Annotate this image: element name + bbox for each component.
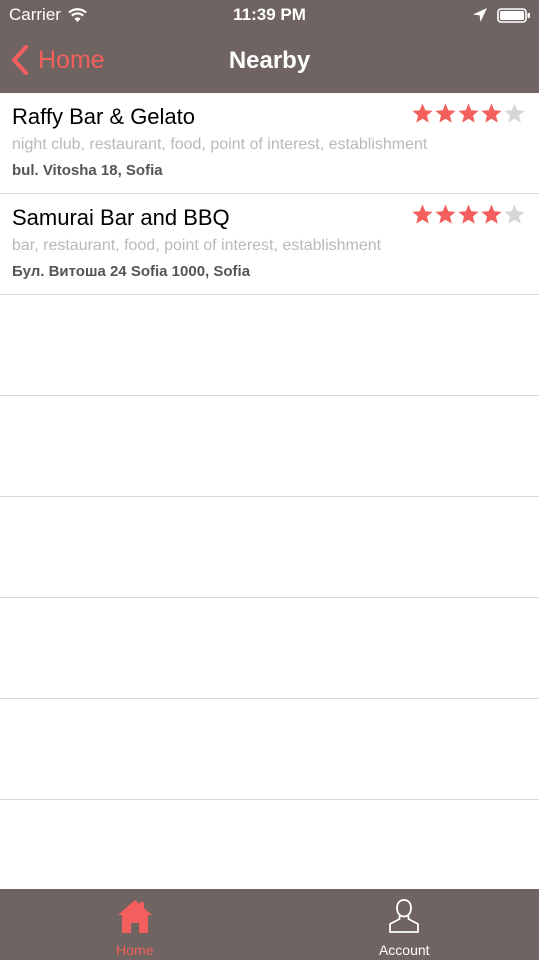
rating-stars bbox=[411, 102, 526, 125]
page-title: Nearby bbox=[228, 47, 311, 74]
star-filled-icon bbox=[458, 103, 479, 123]
star-filled-icon bbox=[435, 204, 456, 224]
tab-home-label: Home bbox=[116, 942, 154, 958]
star-filled-icon bbox=[412, 103, 433, 123]
empty-row bbox=[0, 699, 539, 800]
home-icon bbox=[117, 900, 152, 933]
battery-icon bbox=[497, 8, 530, 23]
empty-row bbox=[0, 295, 539, 396]
star-filled-icon bbox=[481, 204, 502, 224]
top-bar: Carrier 11:39 PM Home Nearby bbox=[0, 0, 539, 93]
empty-row bbox=[0, 396, 539, 497]
tab-bar: Home Account bbox=[0, 889, 539, 960]
star-filled-icon bbox=[435, 103, 456, 123]
place-types: night club, restaurant, food, point of i… bbox=[12, 136, 428, 153]
empty-row bbox=[0, 800, 539, 889]
place-address: Бул. Витоша 24 Sofia 1000, Sofia bbox=[12, 263, 251, 280]
place-address: bul. Vitosha 18, Sofia bbox=[12, 162, 163, 179]
place-row[interactable]: Raffy Bar & Gelato night club, restauran… bbox=[0, 93, 539, 194]
rating-stars bbox=[411, 203, 526, 226]
place-name: Samurai Bar and BBQ bbox=[12, 205, 230, 230]
star-filled-icon bbox=[412, 204, 433, 224]
navigation-bar: Home Nearby bbox=[0, 30, 539, 93]
tab-home[interactable]: Home bbox=[0, 889, 270, 960]
star-empty-icon bbox=[504, 204, 525, 224]
empty-row bbox=[0, 497, 539, 598]
status-time: 11:39 PM bbox=[233, 5, 306, 24]
user-icon bbox=[389, 899, 420, 933]
place-types: bar, restaurant, food, point of interest… bbox=[12, 237, 382, 254]
places-list: Raffy Bar & Gelato night club, restauran… bbox=[0, 93, 539, 889]
empty-row bbox=[0, 598, 539, 699]
tab-account-label: Account bbox=[378, 942, 430, 958]
star-filled-icon bbox=[481, 103, 502, 123]
status-bar: Carrier 11:39 PM bbox=[0, 0, 539, 30]
location-arrow-icon bbox=[473, 8, 487, 22]
tab-account[interactable]: Account bbox=[270, 889, 539, 960]
place-row[interactable]: Samurai Bar and BBQ bar, restaurant, foo… bbox=[0, 194, 539, 295]
nearby-screen: Carrier 11:39 PM Home Nearby Raffy Bar &… bbox=[0, 0, 539, 960]
star-filled-icon bbox=[458, 204, 479, 224]
place-name: Raffy Bar & Gelato bbox=[12, 104, 196, 129]
star-empty-icon bbox=[504, 103, 525, 123]
